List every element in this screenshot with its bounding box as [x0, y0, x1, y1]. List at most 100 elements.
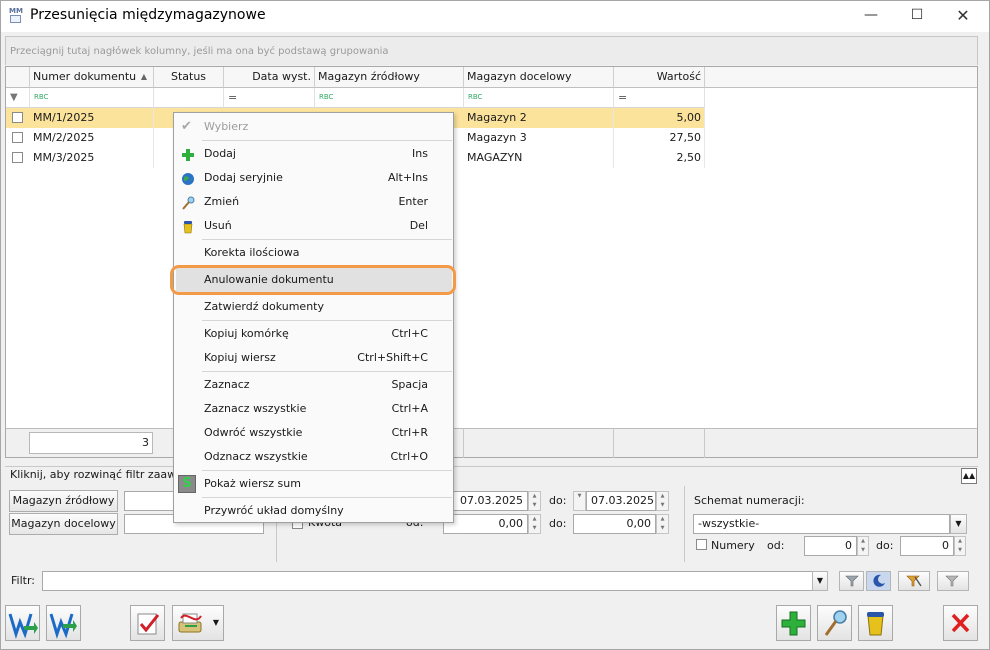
minimize-button[interactable]: — [848, 1, 894, 31]
window-title: Przesunięcia międzymagazynowe [30, 7, 266, 23]
column-header-value[interactable]: Wartość [614, 67, 705, 88]
filter-input[interactable] [42, 571, 813, 591]
clear-filter-icon[interactable] [866, 571, 891, 591]
app-icon-text: MM [9, 7, 23, 15]
documents-grid[interactable]: Numer dokumentu ▲ Status Data wyst. Maga… [5, 66, 978, 458]
numbering-scheme-select[interactable]: -wszystkie- [693, 514, 950, 534]
menu-item-mark[interactable]: Zaznacz Spacja [176, 373, 452, 397]
filter-date[interactable]: = [224, 88, 315, 108]
menu-item-invert-all[interactable]: Odwróć wszystkie Ctrl+R [176, 421, 452, 445]
select-column-header[interactable] [6, 67, 30, 88]
row-checkbox[interactable] [12, 152, 23, 163]
date-to-spinner[interactable]: ▲ ▼ [656, 491, 669, 511]
column-header-number[interactable]: Numer dokumentu ▲ [30, 67, 154, 88]
numbering-scheme-label: Schemat numeracji: [694, 494, 805, 507]
filter-label: Filtr: [11, 574, 35, 587]
check-icon: ✔ [181, 119, 192, 134]
collapse-icon[interactable]: ▲▲ [961, 468, 977, 484]
menu-item-unmark-all[interactable]: Odznacz wszystkie Ctrl+O [176, 445, 452, 469]
menu-item-edit[interactable]: Zmień Enter [176, 190, 452, 214]
date-from-input[interactable]: 07.03.2025 [443, 491, 528, 511]
filter-panel-divider [5, 466, 978, 467]
amount-to-spinner[interactable]: ▲ ▼ [656, 514, 669, 534]
add-button[interactable] [776, 605, 811, 641]
numbers-to-label: do: [876, 539, 894, 552]
close-button[interactable] [943, 605, 978, 641]
source-warehouse-button[interactable]: Magazyn źródłowy [9, 490, 118, 512]
sum-icon: S [178, 475, 196, 493]
approve-button[interactable] [130, 605, 165, 641]
delete-button[interactable] [858, 605, 893, 641]
group-by-area[interactable]: Przeciągnij tutaj nagłówek kolumny, jeśl… [5, 36, 978, 65]
highlight-ring [170, 265, 456, 295]
date-to-label: do: [549, 494, 567, 507]
menu-item-copy-cell[interactable]: Kopiuj komórkę Ctrl+C [176, 322, 452, 346]
filter-value[interactable]: = [614, 88, 705, 108]
amount-from-spinner[interactable]: ▲ ▼ [528, 514, 541, 534]
filter-icon[interactable]: ▼ [6, 88, 30, 108]
filter-dropdown-icon[interactable]: ▼ [812, 571, 828, 591]
amount-from-input[interactable]: 0,00 [443, 514, 528, 534]
row-count: 3 [29, 432, 153, 454]
row-checkbox[interactable] [12, 132, 23, 143]
menu-item-add-batch[interactable]: Dodaj seryjnie Alt+Ins [176, 166, 452, 190]
numbers-to-input[interactable]: 0 [900, 536, 954, 556]
column-header-date[interactable]: Data wyst. [224, 67, 315, 88]
cell-number: MM/3/2025 [30, 148, 154, 168]
funnel-icon[interactable] [839, 571, 864, 591]
column-header-source[interactable]: Magazyn źródłowy [315, 67, 464, 88]
header-filler [705, 67, 977, 88]
group-hint: Przeciągnij tutaj nagłówek kolumny, jeśl… [10, 46, 389, 57]
print-button[interactable]: ▼ [172, 605, 224, 641]
context-menu: ✔ Wybierz Dodaj Ins Dodaj seryjnie Alt+I… [173, 112, 454, 523]
numbers-checkbox[interactable] [696, 539, 707, 550]
print-dropdown-icon[interactable]: ▼ [213, 618, 219, 627]
filter-edit-icon[interactable] [898, 571, 930, 591]
cell-target: MAGAZYN [464, 148, 614, 168]
menu-item-confirm-documents[interactable]: Zatwierdź dokumenty [176, 295, 452, 319]
filter-target[interactable]: RBC [464, 88, 614, 108]
app-icon: MM [9, 7, 23, 23]
row-checkbox[interactable] [12, 112, 23, 123]
cell-target: Magazyn 3 [464, 128, 614, 148]
column-header-status[interactable]: Status [154, 67, 224, 88]
cell-value: 2,50 [614, 148, 705, 168]
menu-item-show-sum-row[interactable]: S Pokaż wiersz sum [176, 472, 452, 496]
menu-item-copy-row[interactable]: Kopiuj wiersz Ctrl+Shift+C [176, 346, 452, 370]
column-header-target[interactable]: Magazyn docelowy [464, 67, 614, 88]
cell-value: 27,50 [614, 128, 705, 148]
target-warehouse-button[interactable]: Magazyn docelowy [9, 513, 118, 535]
numbers-from-label: od: [767, 539, 785, 552]
close-window-button[interactable]: ✕ [940, 1, 986, 31]
menu-item-select[interactable]: ✔ Wybierz [176, 115, 452, 139]
maximize-button[interactable]: ☐ [894, 1, 940, 31]
trash-icon [181, 219, 195, 234]
date-to-input[interactable]: 07.03.2025 [586, 491, 656, 511]
edit-button[interactable] [817, 605, 852, 641]
filter-source[interactable]: RBC [315, 88, 464, 108]
date-to-picker[interactable]: ▼ [573, 491, 586, 511]
menu-item-mark-all[interactable]: Zaznacz wszystkie Ctrl+A [176, 397, 452, 421]
amount-to-label: do: [549, 517, 567, 530]
menu-item-restore-layout[interactable]: Przywróć układ domyślny [176, 499, 452, 523]
amount-to-input[interactable]: 0,00 [573, 514, 656, 534]
grid-footer: 3 [6, 428, 977, 458]
filter-remove-icon[interactable] [937, 571, 969, 591]
numbers-from-input[interactable]: 0 [804, 536, 857, 556]
menu-item-add[interactable]: Dodaj Ins [176, 142, 452, 166]
menu-item-quantity-correction[interactable]: Korekta ilościowa [176, 241, 452, 265]
cell-value: 5,00 [614, 108, 705, 128]
chevron-down-icon[interactable]: ▼ [950, 514, 967, 534]
numbers-to-spinner[interactable]: ▲ ▼ [954, 536, 966, 556]
menu-item-delete[interactable]: Usuń Del [176, 214, 452, 238]
cell-number: MM/1/2025 [30, 108, 154, 128]
export-all-button[interactable] [46, 605, 81, 641]
magnifier-icon [181, 195, 195, 210]
cell-target: Magazyn 2 [464, 108, 614, 128]
date-from-spinner[interactable]: ▲ ▼ [528, 491, 541, 511]
globe-icon [181, 171, 195, 185]
filter-status[interactable] [154, 88, 224, 108]
export-button[interactable] [5, 605, 40, 641]
numbers-from-spinner[interactable]: ▲ ▼ [857, 536, 869, 556]
filter-number[interactable]: RBC [30, 88, 154, 108]
